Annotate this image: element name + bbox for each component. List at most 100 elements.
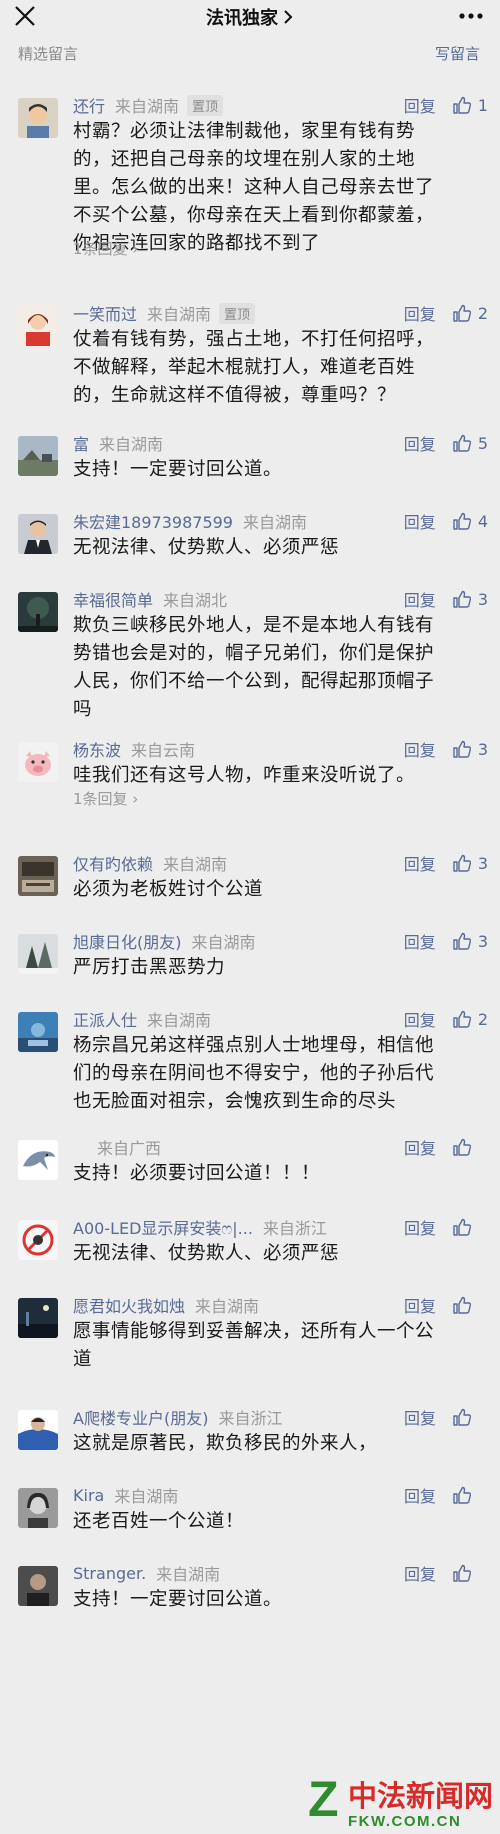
avatar[interactable] <box>18 856 58 896</box>
comment-actions: 回复 <box>404 1562 488 1584</box>
avatar[interactable] <box>18 98 58 138</box>
comment-line: 无视法律、仗势欺人、必须严惩 <box>73 537 340 558</box>
avatar[interactable] <box>18 742 58 782</box>
avatar[interactable] <box>18 1410 58 1450</box>
reply-button[interactable]: 回复 <box>404 851 436 875</box>
comment-location: 来自广西 <box>97 1139 162 1158</box>
comment-line: 势错也会是对的，帽子兄弟们，你们是保护 <box>73 643 435 664</box>
like-count: 4 <box>477 511 488 531</box>
thumbs-up-icon <box>452 853 472 873</box>
reply-button[interactable]: 回复 <box>404 929 436 953</box>
comment-nickname[interactable]: 仅有旳依赖 <box>73 851 153 875</box>
like-button[interactable]: 2 <box>452 303 488 323</box>
like-button[interactable] <box>452 1407 488 1427</box>
comment-nickname[interactable]: 一笑而过 <box>73 301 137 325</box>
reply-button[interactable]: 回复 <box>404 301 436 325</box>
like-button[interactable]: 5 <box>452 433 488 453</box>
comment-line: 支持！必须要讨回公道！！！ <box>73 1163 321 1184</box>
thumbs-up-icon <box>452 303 472 323</box>
comment-actions: 回复 5 <box>404 431 488 455</box>
avatar[interactable] <box>18 1488 58 1528</box>
comment-nickname[interactable]: 幸福很简单 <box>73 587 153 611</box>
comment-nickname[interactable]: 还行 <box>73 93 105 117</box>
reply-button[interactable]: 回复 <box>404 1215 436 1239</box>
like-button[interactable]: 4 <box>452 511 488 531</box>
comment-nickname[interactable]: Kira <box>73 1486 104 1505</box>
comment-nickname[interactable]: 正派人仕 <box>73 1007 137 1031</box>
like-button[interactable] <box>452 1217 488 1237</box>
more-dots-icon[interactable] <box>456 3 486 29</box>
comment-item: Kira 来自湖南 回复 还老百姓一个公道！ <box>0 1458 500 1536</box>
like-button[interactable]: 2 <box>452 1009 488 1029</box>
like-button[interactable]: 3 <box>452 589 488 609</box>
comment-item: 来自广西 回复支持！必须要讨回公道！！！ <box>0 1110 500 1190</box>
avatar[interactable] <box>18 1298 58 1338</box>
avatar[interactable] <box>18 934 58 974</box>
comment-content: 村霸？必须让法律制裁他，家里有钱有势 的，还把自己母亲的坟埋在别人家的土地 里。怎么… <box>73 118 483 258</box>
like-button[interactable]: 3 <box>452 739 488 759</box>
reply-button[interactable]: 回复 <box>404 509 436 533</box>
avatar[interactable] <box>18 592 58 632</box>
like-count: 3 <box>477 931 488 951</box>
comment-header: 杨东波 来自云南 回复 3 <box>73 737 488 761</box>
comment-header: 幸福很简单 来自湖北 回复 3 <box>73 587 488 611</box>
like-button[interactable] <box>452 1563 488 1583</box>
comment-header: 正派人仕 来自湖南 回复 2 <box>73 1007 488 1031</box>
page-title: 法讯独家 <box>206 8 278 29</box>
comment-nickname[interactable]: Stranger. <box>73 1564 146 1583</box>
comment-line: 欺负三峡移民外地人，是不是本地人有钱有 <box>73 615 435 636</box>
reply-button[interactable]: 回复 <box>404 431 436 455</box>
like-count: 1 <box>477 95 488 115</box>
reply-button[interactable]: 回复 <box>404 1561 436 1585</box>
avatar[interactable] <box>18 306 58 346</box>
comment-location: 来自湖南 <box>114 1487 179 1506</box>
comment-nickname[interactable]: 愿君如火我如烛 <box>73 1293 185 1317</box>
comment-nickname[interactable]: A爬楼专业户(朋友) <box>73 1405 208 1429</box>
comment-nickname[interactable]: 杨东波 <box>73 737 121 761</box>
comment-line: 仗着有钱有势，强占土地，不打任何招呼， <box>73 329 435 350</box>
avatar[interactable] <box>18 436 58 476</box>
comment-actions: 回复 3 <box>404 929 488 953</box>
avatar[interactable] <box>18 1220 58 1260</box>
reply-button[interactable]: 回复 <box>404 1135 436 1159</box>
reply-button[interactable]: 回复 <box>404 737 436 761</box>
avatar[interactable] <box>18 514 58 554</box>
reply-button[interactable]: 回复 <box>404 1405 436 1429</box>
like-button[interactable] <box>452 1295 488 1315</box>
comment-content: 这就是原著民，欺负移民的外来人， <box>73 1430 483 1458</box>
avatar[interactable] <box>18 1012 58 1052</box>
avatar[interactable] <box>18 1566 58 1606</box>
comment-header: A00-LED显示屏安装ෆ|... 来自浙江 回复 <box>73 1216 488 1238</box>
comment-nickname[interactable]: 朱宏建18973987599 <box>73 509 233 533</box>
article-source-title[interactable]: 法讯独家 <box>206 4 294 30</box>
comment-header: 富来自湖南 回复 5 <box>73 431 488 455</box>
close-icon[interactable] <box>12 3 38 29</box>
view-replies-link[interactable]: 1条回复 › <box>73 238 138 259</box>
comment-item: 杨东波 来自云南 回复 3 哇我们还有这号人物，咋重来没听说了。 1条回复 › <box>0 712 500 826</box>
comment-location: 来自湖南 <box>242 513 307 532</box>
like-button[interactable]: 3 <box>452 853 488 873</box>
comment-content: 欺负三峡移民外地人，是不是本地人有钱有 势错也会是对的，帽子兄弟们，你们是保护 人民… <box>73 612 483 724</box>
reply-button[interactable]: 回复 <box>404 1007 436 1031</box>
reply-button[interactable]: 回复 <box>404 1483 436 1507</box>
comment-content: 无视法律、仗势欺人、必须严惩 <box>73 1240 483 1268</box>
comment-nickname[interactable]: 旭康日化(朋友) <box>73 929 182 953</box>
like-button[interactable] <box>452 1137 488 1157</box>
comment-nickname[interactable]: 富 <box>73 431 89 455</box>
like-button[interactable] <box>452 1485 488 1505</box>
comment-nickname[interactable]: A00-LED显示屏安装ෆ|... <box>73 1215 253 1239</box>
write-comment-link[interactable]: 写留言 <box>435 43 480 64</box>
comment-actions: 回复 4 <box>404 509 488 533</box>
comment-line: 支持！一定要讨回公道。 <box>73 459 283 480</box>
like-button[interactable]: 3 <box>452 931 488 951</box>
reply-button[interactable]: 回复 <box>404 1293 436 1317</box>
comment-line: 严厉打击黑恶势力 <box>73 957 226 978</box>
like-count: 3 <box>477 589 488 609</box>
reply-button[interactable]: 回复 <box>404 587 436 611</box>
reply-button[interactable]: 回复 <box>404 93 436 117</box>
view-replies-link[interactable]: 1条回复 › <box>73 788 138 809</box>
avatar[interactable] <box>18 1140 58 1180</box>
like-button[interactable]: 1 <box>452 95 488 115</box>
thumbs-up-icon <box>452 1295 472 1315</box>
watermark-logo: Z 中法新闻网 FKW.COM.CN <box>308 1771 498 1830</box>
